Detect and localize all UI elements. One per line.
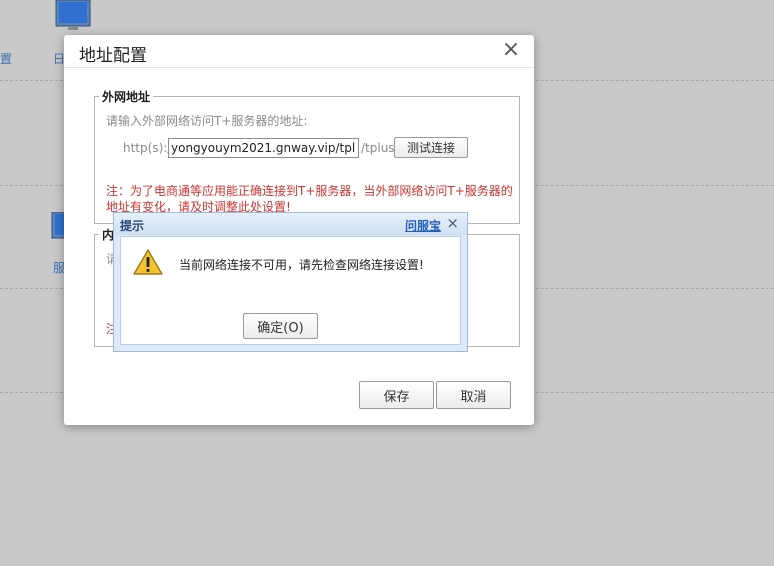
save-button[interactable]: 保存 [359, 381, 434, 409]
help-link[interactable]: 问服宝 [405, 217, 441, 234]
url-suffix: /tplus [361, 141, 395, 155]
popup-message: 当前网络连接不可用，请先检查网络连接设置! [179, 258, 424, 272]
close-icon[interactable]: × [500, 39, 522, 61]
external-hint: 请输入外部网络访问T+服务器的地址: [106, 114, 308, 128]
popup-header: 提示 问服宝 × [114, 213, 467, 235]
external-note-line1: 注：为了电商通等应用能正确连接到T+服务器，当外部网络访问T+服务器的 [106, 184, 513, 198]
cancel-button[interactable]: 取消 [436, 381, 511, 409]
desktop: 置 日 服 地址配置 × 外网地址 请输入外部网络访问T+服务器的地址: htt… [0, 0, 774, 566]
monitor-icon[interactable] [54, 0, 92, 32]
external-group-legend: 外网地址 [102, 90, 151, 104]
close-icon[interactable]: × [446, 214, 459, 232]
test-connection-button[interactable]: 测试连接 [394, 137, 468, 158]
dialog-title: 地址配置 [79, 46, 147, 66]
alert-popup: 提示 问服宝 × 当前网络连接不可用，请先检查网络连接设置! 确定(O) [113, 212, 468, 352]
ok-button[interactable]: 确定(O) [243, 313, 318, 339]
popup-body: 当前网络连接不可用，请先检查网络连接设置! 确定(O) [120, 236, 461, 345]
bg-left-label[interactable]: 置 [0, 50, 12, 67]
warning-icon [133, 249, 163, 275]
title-divider [64, 67, 534, 68]
external-url-input[interactable] [168, 138, 359, 158]
popup-title: 提示 [120, 219, 145, 233]
